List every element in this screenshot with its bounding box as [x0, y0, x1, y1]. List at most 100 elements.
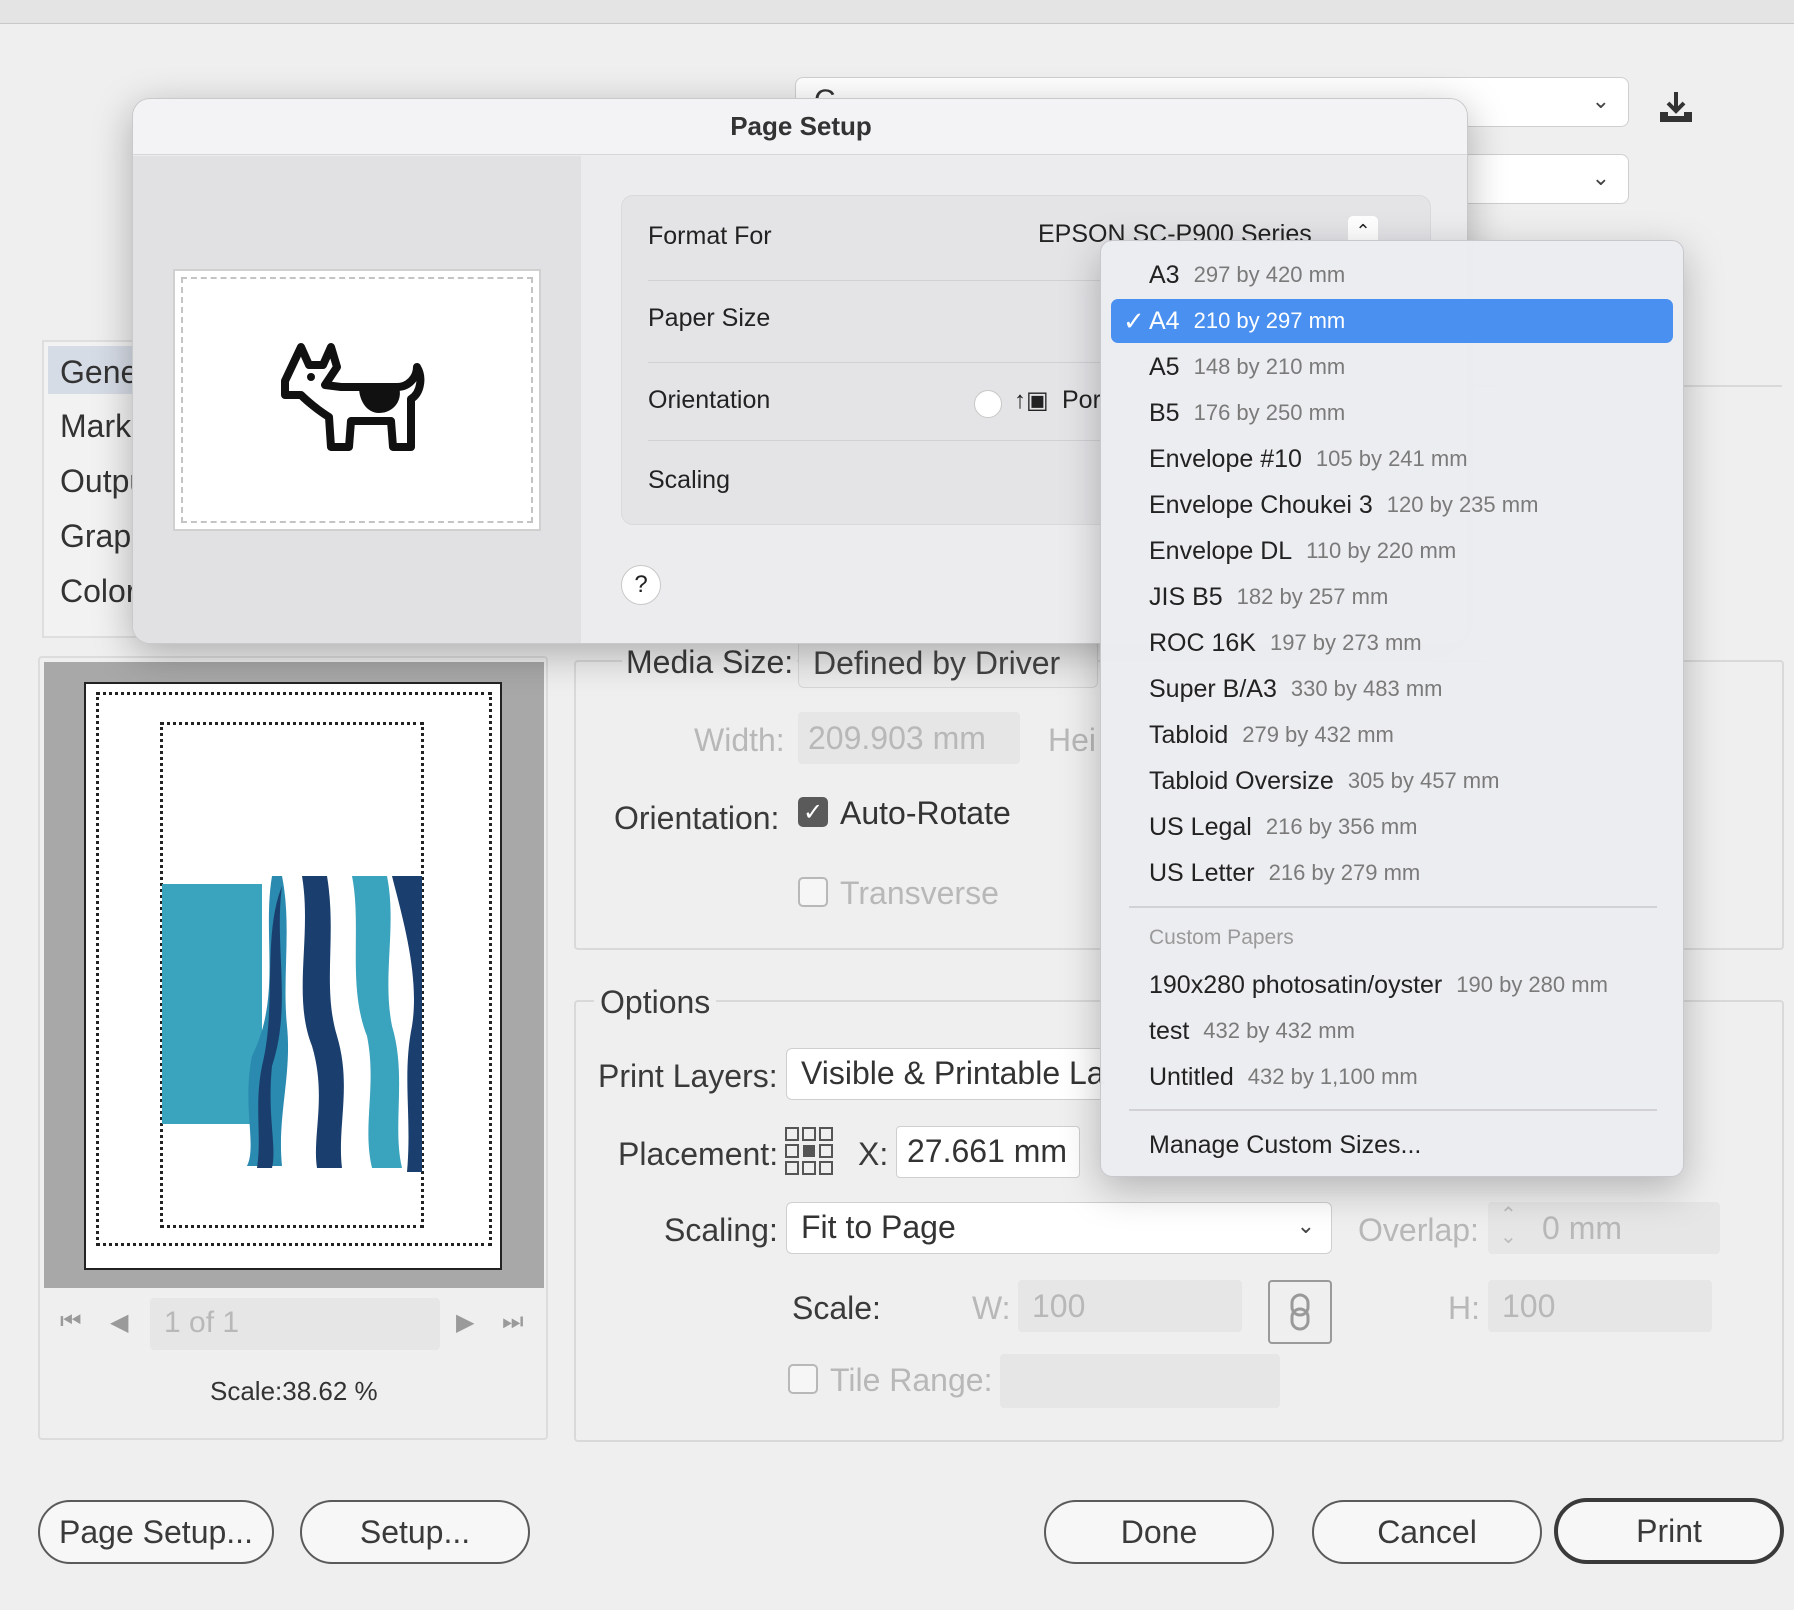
menu-item-label: Envelope Choukei 3 [1149, 490, 1373, 519]
menu-item-dims: 216 by 279 mm [1268, 860, 1421, 885]
menu-item-dims: 216 by 356 mm [1265, 814, 1418, 839]
cancel-button[interactable]: Cancel [1312, 1500, 1542, 1564]
menu-item-dims: 279 by 432 mm [1242, 722, 1394, 747]
menu-item-label: Envelope DL [1149, 536, 1293, 565]
menu-item-custom-photosatin[interactable]: 190x280 photosatin/oyster 190 by 280 mm [1111, 963, 1673, 1007]
overlap-label: Overlap: [1358, 1212, 1479, 1248]
page-setup-page-preview [173, 269, 541, 531]
print-preview-panel: ⏮ ◀ 1 of 1 ▶ ⏭ Scale:38.62 % [38, 656, 548, 1440]
preview-page [84, 682, 502, 1270]
menu-item-dims: 176 by 250 mm [1193, 400, 1346, 425]
done-button[interactable]: Done [1044, 1500, 1274, 1564]
menu-item-roc-16k[interactable]: ROC 16K 197 by 273 mm [1111, 621, 1673, 665]
h-label: H: [1448, 1290, 1480, 1326]
x-value: 27.661 mm [907, 1133, 1068, 1169]
prev-page-icon[interactable]: ◀ [110, 1308, 128, 1337]
menu-item-dims: 105 by 241 mm [1315, 446, 1468, 471]
menu-item-envelope-dl[interactable]: Envelope DL 110 by 220 mm [1111, 529, 1673, 573]
paper-size-menu: A3 297 by 420 mm ✓ A4 210 by 297 mm A5 148 b… [1100, 240, 1684, 1177]
print-button[interactable]: Print [1554, 1498, 1784, 1564]
options-title: Options [594, 984, 717, 1021]
printer-dropdown[interactable]: ⌄ [1460, 154, 1629, 204]
menu-item-us-letter[interactable]: US Letter 216 by 279 mm [1111, 851, 1673, 895]
menu-item-a5[interactable]: A5 148 by 210 mm [1111, 345, 1673, 389]
menu-item-label: Tabloid Oversize [1149, 766, 1334, 795]
auto-rotate-checkbox[interactable]: ✓ [798, 797, 828, 827]
menu-item-label: test [1149, 1016, 1190, 1045]
overlap-stepper[interactable]: ⌃ ⌄ 0 mm [1488, 1202, 1720, 1254]
transverse-checkbox[interactable] [798, 877, 828, 907]
h-field[interactable]: 100 [1488, 1280, 1712, 1332]
menu-item-tabloid[interactable]: Tabloid 279 by 432 mm [1111, 713, 1673, 757]
manage-custom-sizes-item[interactable]: Manage Custom Sizes... [1111, 1123, 1673, 1167]
help-label: ? [634, 571, 648, 598]
orientation-label: Orientation: [614, 800, 780, 836]
menu-item-label: A5 [1149, 352, 1180, 381]
checkmark-icon: ✓ [802, 798, 824, 826]
w-value: 100 [1032, 1288, 1086, 1324]
menu-item-a4[interactable]: ✓ A4 210 by 297 mm [1111, 299, 1673, 343]
menu-item-custom-test[interactable]: test 432 by 432 mm [1111, 1009, 1673, 1053]
menu-item-custom-untitled[interactable]: Untitled 432 by 1,100 mm [1111, 1055, 1673, 1099]
help-button[interactable]: ? [621, 565, 661, 605]
page-setup-button[interactable]: Page Setup... [38, 1500, 274, 1564]
menu-item-tabloid-oversize[interactable]: Tabloid Oversize 305 by 457 mm [1111, 759, 1673, 803]
link-icon[interactable] [1268, 1280, 1332, 1344]
page-number-field[interactable]: 1 of 1 [150, 1298, 440, 1350]
placement-grid-icon[interactable] [784, 1126, 834, 1176]
next-page-icon[interactable]: ▶ [456, 1308, 474, 1337]
media-size-dropdown[interactable]: Defined by Driver [798, 640, 1098, 688]
menu-item-label: US Legal [1149, 812, 1252, 841]
scaling-dropdown[interactable]: Fit to Page ⌄ [786, 1202, 1332, 1254]
first-page-icon[interactable]: ⏮ [60, 1308, 82, 1336]
x-field[interactable]: 27.661 mm [896, 1126, 1080, 1178]
placement-label: Placement: [618, 1136, 779, 1172]
menu-item-label: A4 [1149, 306, 1180, 335]
menu-item-dims: 432 by 1,100 mm [1247, 1064, 1418, 1089]
menu-item-super-b-a3[interactable]: Super B/A3 330 by 483 mm [1111, 667, 1673, 711]
chevron-down-icon: ⌄ [1591, 88, 1610, 113]
menu-item-jis-b5[interactable]: JIS B5 182 by 257 mm [1111, 575, 1673, 619]
h-value: 100 [1502, 1288, 1556, 1324]
menu-item-label: 190x280 photosatin/oyster [1149, 970, 1443, 999]
menu-item-label: Tabloid [1149, 720, 1229, 749]
w-field[interactable]: 100 [1018, 1280, 1242, 1332]
media-size-value: Defined by Driver [813, 645, 1061, 681]
menu-item-dims: 330 by 483 mm [1290, 676, 1443, 701]
menu-item-envelope-choukei-3[interactable]: Envelope Choukei 3 120 by 235 mm [1111, 483, 1673, 527]
menu-item-a3[interactable]: A3 297 by 420 mm [1111, 253, 1673, 297]
menu-item-label: JIS B5 [1149, 582, 1223, 611]
menu-item-dims: 197 by 273 mm [1269, 630, 1422, 655]
width-value: 209.903 mm [808, 720, 986, 756]
menu-item-envelope-10[interactable]: Envelope #10 105 by 241 mm [1111, 437, 1673, 481]
width-field[interactable]: 209.903 mm [798, 712, 1020, 764]
page-setup-title: Page Setup [133, 99, 1467, 155]
menu-item-label: Untitled [1149, 1062, 1234, 1091]
menu-separator [1129, 1109, 1657, 1111]
menu-item-label: B5 [1149, 398, 1180, 427]
orientation-portrait-radio[interactable] [974, 390, 1002, 418]
menu-item-dims: 305 by 457 mm [1347, 768, 1500, 793]
overlap-value: 0 mm [1542, 1210, 1622, 1246]
w-label: W: [972, 1290, 1011, 1326]
save-preset-icon[interactable] [1656, 88, 1696, 128]
print-layers-dropdown[interactable]: Visible & Printable La [786, 1048, 1106, 1100]
menu-item-dims: 210 by 297 mm [1193, 308, 1346, 333]
menu-item-dims: 148 by 210 mm [1193, 354, 1346, 379]
menu-item-dims: 120 by 235 mm [1386, 492, 1539, 517]
menu-item-us-legal[interactable]: US Legal 216 by 356 mm [1111, 805, 1673, 849]
last-page-icon[interactable]: ⏭ [502, 1308, 524, 1336]
setup-button[interactable]: Setup... [300, 1500, 530, 1564]
chevron-down-icon: ⌄ [1591, 165, 1610, 190]
dog-cow-icon [279, 337, 429, 461]
menu-item-label: A3 [1149, 260, 1180, 289]
tile-range-field[interactable] [1000, 1354, 1280, 1408]
preview-scale-text: Scale:38.62 % [210, 1376, 378, 1406]
tile-range-checkbox[interactable] [788, 1364, 818, 1394]
tile-range-label: Tile Range: [830, 1362, 993, 1398]
menu-item-label: Envelope #10 [1149, 444, 1302, 473]
stepper-icon: ⌃ ⌄ [1500, 1204, 1517, 1248]
menu-item-b5[interactable]: B5 176 by 250 mm [1111, 391, 1673, 435]
menu-item-dims: 432 by 432 mm [1203, 1018, 1355, 1043]
print-layers-label: Print Layers: [598, 1058, 778, 1094]
